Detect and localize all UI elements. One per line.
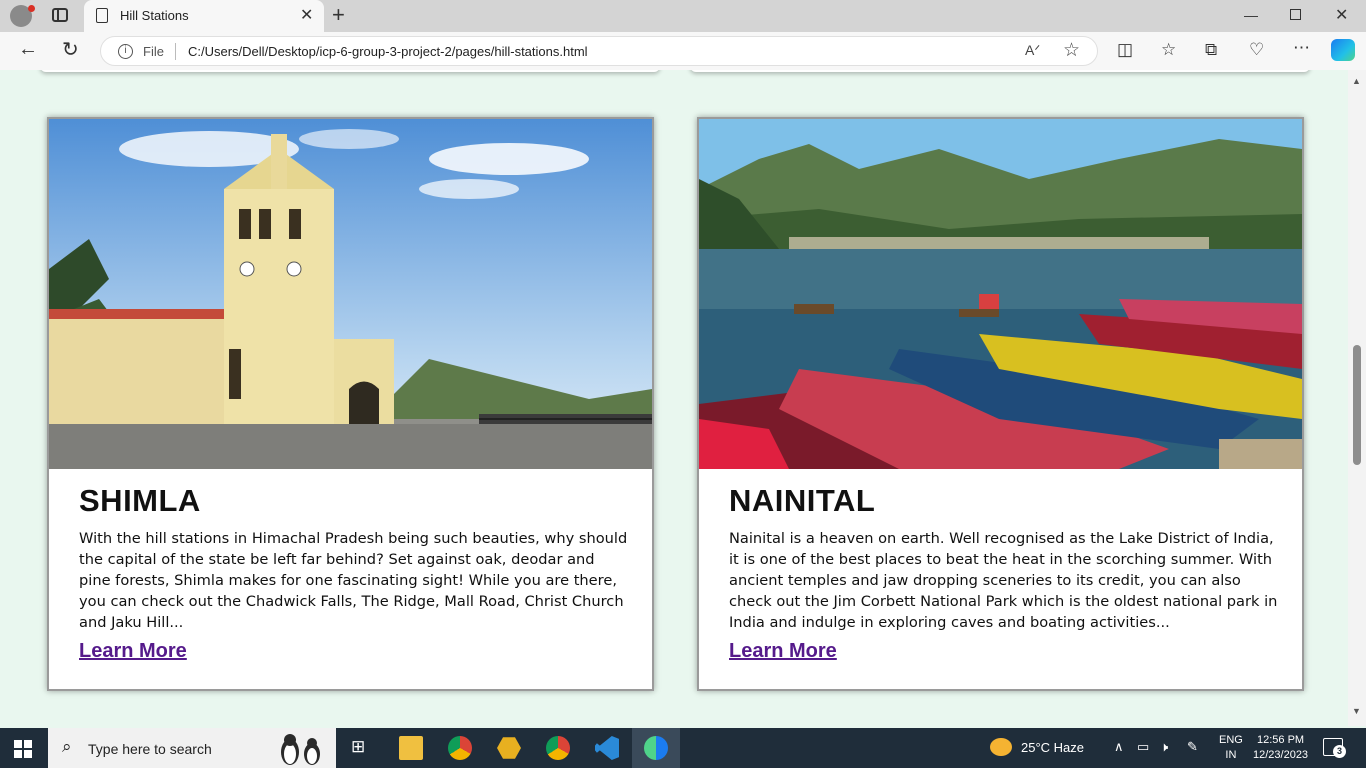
card-description: With the hill stations in Himachal Prade…: [79, 530, 628, 631]
tray-overflow-icon[interactable]: ∧: [1114, 739, 1124, 755]
notification-count: 3: [1333, 745, 1346, 758]
card-shimla: SHIMLA With the hill stations in Himacha…: [47, 117, 654, 691]
file-label: File: [143, 44, 164, 59]
tab-actions-icon[interactable]: [52, 8, 68, 22]
penguins-search-highlight-icon: [281, 734, 320, 765]
more-menu-icon[interactable]: ⋯: [1293, 38, 1310, 58]
weather-text[interactable]: 25°C Haze: [1021, 740, 1084, 755]
tab-title: Hill Stations: [120, 8, 189, 23]
read-aloud-icon[interactable]: Aᐟ: [1025, 42, 1040, 59]
vscode-icon[interactable]: [595, 736, 619, 760]
search-icon: ⌕: [62, 737, 72, 756]
tab-hill-stations[interactable]: Hill Stations ✕: [84, 0, 324, 32]
info-icon[interactable]: i: [118, 44, 133, 59]
window-close-icon[interactable]: ✕: [1335, 5, 1348, 25]
shimla-photo: [49, 119, 652, 469]
favorites-icon[interactable]: ☆: [1161, 40, 1176, 60]
page-content: SHIMLA With the hill stations in Himacha…: [0, 70, 1348, 726]
card-title: SHIMLA: [79, 483, 201, 518]
card-nainital: NAINITAL Nainital is a heaven on earth. …: [697, 117, 1304, 691]
previous-card-edge: [40, 70, 660, 72]
nainital-photo: [699, 119, 1302, 469]
address-separator: [175, 43, 176, 60]
search-placeholder: Type here to search: [88, 741, 212, 757]
minimize-icon[interactable]: —: [1244, 7, 1258, 23]
card-description: Nainital is a heaven on earth. Well reco…: [729, 530, 1278, 631]
card-title: NAINITAL: [729, 483, 876, 518]
page-icon: [96, 8, 108, 23]
taskbar-search[interactable]: ⌕ Type here to search: [48, 728, 336, 768]
learn-more-link[interactable]: Learn More: [79, 640, 187, 663]
volume-muted-icon[interactable]: 🕨: [1160, 739, 1168, 755]
file-explorer-icon[interactable]: [399, 736, 423, 760]
edge-icon[interactable]: [644, 736, 668, 760]
scrollbar-thumb[interactable]: [1353, 345, 1361, 465]
new-tab-icon[interactable]: +: [332, 2, 345, 28]
app-hexagon-icon[interactable]: [497, 737, 521, 759]
notification-center-icon[interactable]: 3: [1323, 738, 1346, 758]
windows-taskbar: ⌕ Type here to search ⊞ 25°C Haze ∧ ▭ 🕨 …: [0, 728, 1366, 768]
clock-date: 12/23/2023: [1253, 749, 1309, 761]
favorite-star-icon[interactable]: ☆: [1063, 39, 1080, 62]
reload-icon[interactable]: ↻: [62, 37, 79, 62]
profile-badge-icon: [28, 5, 35, 12]
vertical-scrollbar[interactable]: ▲ ▼: [1348, 70, 1366, 726]
region-code: IN: [1225, 749, 1237, 761]
battery-icon[interactable]: ▭: [1137, 739, 1149, 755]
performance-icon[interactable]: ♡: [1249, 40, 1264, 60]
scroll-down-icon[interactable]: ▼: [1352, 706, 1361, 716]
clock-time: 12:56 PM: [1256, 734, 1305, 746]
weather-haze-icon[interactable]: [990, 738, 1012, 756]
copilot-icon[interactable]: [1331, 39, 1355, 61]
chrome-profile-icon[interactable]: [546, 736, 570, 760]
browser-tab-strip: Hill Stations ✕ + — ✕: [0, 0, 1366, 32]
task-view-icon[interactable]: ⊞: [351, 737, 365, 757]
url-text[interactable]: C:/Users/Dell/Desktop/icp-6-group-3-proj…: [188, 44, 588, 59]
split-screen-icon[interactable]: ◫: [1117, 40, 1133, 60]
clock[interactable]: 12:56 PM 12/23/2023: [1253, 733, 1308, 763]
address-bar[interactable]: i File C:/Users/Dell/Desktop/icp-6-group…: [100, 36, 1098, 66]
language-indicator[interactable]: ENG IN: [1219, 733, 1243, 763]
tab-close-icon[interactable]: ✕: [300, 5, 313, 25]
learn-more-link[interactable]: Learn More: [729, 640, 837, 663]
back-arrow-icon[interactable]: ←: [18, 38, 38, 61]
scroll-up-icon[interactable]: ▲: [1352, 76, 1361, 86]
collections-icon[interactable]: ⧉: [1205, 40, 1217, 60]
windows-start-icon[interactable]: [14, 740, 32, 758]
pen-icon[interactable]: ✎: [1187, 739, 1198, 755]
maximize-icon[interactable]: [1290, 9, 1301, 20]
previous-card-edge: [690, 70, 1310, 72]
chrome-icon[interactable]: [448, 736, 472, 760]
language-code: ENG: [1219, 734, 1243, 746]
